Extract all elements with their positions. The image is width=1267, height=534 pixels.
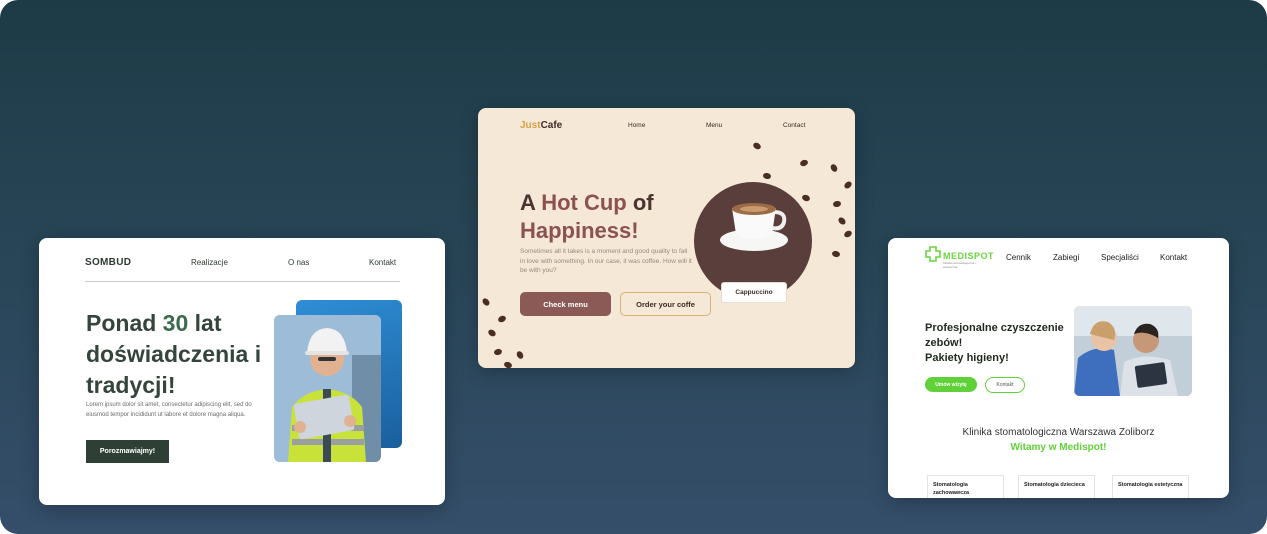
sombud-header-divider: [85, 281, 400, 282]
medical-cross-icon: [925, 246, 941, 262]
medispot-nav-cennik[interactable]: Cennik: [1006, 253, 1031, 262]
medispot-logo-subtitle: Klinika stomatologiczna i estetyczna: [943, 261, 976, 269]
coffee-bean-icon: [493, 348, 503, 356]
justcafe-headline-accent-2: Happiness!: [520, 218, 639, 243]
check-menu-button[interactable]: Check menu: [520, 292, 611, 316]
book-visit-button[interactable]: Umów wizytę: [925, 377, 977, 392]
welcome-heading: Witamy w Medispot!: [1010, 442, 1107, 453]
medispot-headline-line1: Profesjonalne czyszczenie zebów!: [925, 322, 1064, 349]
sombud-engineer-photo: [274, 315, 381, 462]
service-card-estetyczna[interactable]: Stomatologia estetyczna: [1112, 475, 1189, 498]
sombud-cta-button[interactable]: Porozmawiajmy!: [86, 440, 169, 463]
coffee-bean-icon: [843, 180, 853, 190]
sombud-nav-kontakt[interactable]: Kontakt: [369, 258, 396, 267]
coffee-bean-icon: [843, 229, 853, 239]
contact-button[interactable]: Kontakt: [985, 377, 1025, 393]
coffee-bean-icon: [799, 158, 809, 168]
sombud-description: Lorem ipsum dolor sit amet, consectetur …: [86, 402, 252, 418]
sombud-logo[interactable]: SOMBUD: [85, 257, 131, 268]
justcafe-headline: A Hot Cup of Happiness!: [520, 189, 654, 245]
justcafe-headline-pre: A: [520, 190, 542, 215]
justcafe-logo[interactable]: JustCafe: [520, 120, 562, 131]
cappuccino-label[interactable]: Cappuccino: [721, 282, 787, 303]
sombud-headline-pre: Ponad: [86, 310, 163, 336]
justcafe-headline-mid: of: [626, 190, 654, 215]
justcafe-description: Sometimes all it takes is a moment and g…: [520, 248, 692, 274]
sombud-headline: Ponad 30 lat doświadczenia i tradycji!: [86, 308, 276, 401]
justcafe-logo-just: Just: [520, 120, 541, 131]
showcase-canvas: SOMBUD Realizacje O nas Kontakt Ponad 30…: [0, 0, 1267, 534]
coffee-bean-icon: [503, 360, 513, 368]
clinic-heading: Klinika stomatologiczna Warszawa Zolibor…: [962, 427, 1155, 438]
sombud-nav-realizacje[interactable]: Realizacje: [191, 258, 228, 267]
medispot-nav-kontakt[interactable]: Kontakt: [1160, 253, 1187, 262]
service-card-dziecieca[interactable]: Stomatologia dziecieca: [1018, 475, 1095, 498]
dentist-patient-photo: [1074, 306, 1192, 396]
coffee-bean-icon: [481, 297, 491, 307]
coffee-bean-icon: [752, 141, 762, 151]
medispot-nav-specjalisci[interactable]: Specjaliści: [1101, 253, 1139, 262]
coffee-bean-icon: [487, 328, 497, 338]
coffee-bean-icon: [829, 163, 839, 173]
sombud-headline-number: 30: [162, 310, 189, 336]
medispot-headline: Profesjonalne czyszczenie zebów! Pakiety …: [925, 321, 1075, 366]
coffee-bean-icon: [497, 314, 507, 324]
medispot-headline-line2: Pakiety higieny!: [925, 352, 1009, 364]
sombud-nav-o-nas[interactable]: O nas: [288, 258, 309, 267]
medispot-site-preview[interactable]: MEDISPOT Klinika stomatologiczna i estet…: [888, 238, 1229, 498]
justcafe-nav-menu[interactable]: Menu: [706, 122, 722, 129]
medispot-logo[interactable]: MEDISPOT: [943, 251, 994, 261]
sombud-site-preview[interactable]: SOMBUD Realizacje O nas Kontakt Ponad 30…: [39, 238, 445, 505]
service-card-zachowawcza[interactable]: Stomatologia zachowawcza: [927, 475, 1004, 498]
coffee-bean-icon: [762, 172, 772, 180]
coffee-bean-icon: [831, 250, 841, 258]
coffee-bean-icon: [837, 216, 847, 226]
coffee-bean-icon: [832, 200, 842, 208]
justcafe-logo-cafe: Cafe: [540, 120, 563, 131]
justcafe-nav-home[interactable]: Home: [628, 122, 645, 129]
justcafe-nav-contact[interactable]: Contact: [783, 122, 805, 129]
justcafe-site-preview[interactable]: JustCafe Home Menu Contact A Hot Cup of H…: [478, 108, 855, 368]
coffee-bean-icon: [515, 350, 525, 360]
medispot-nav-zabiegi[interactable]: Zabiegi: [1053, 253, 1079, 262]
justcafe-headline-accent: Hot Cup: [541, 190, 627, 215]
